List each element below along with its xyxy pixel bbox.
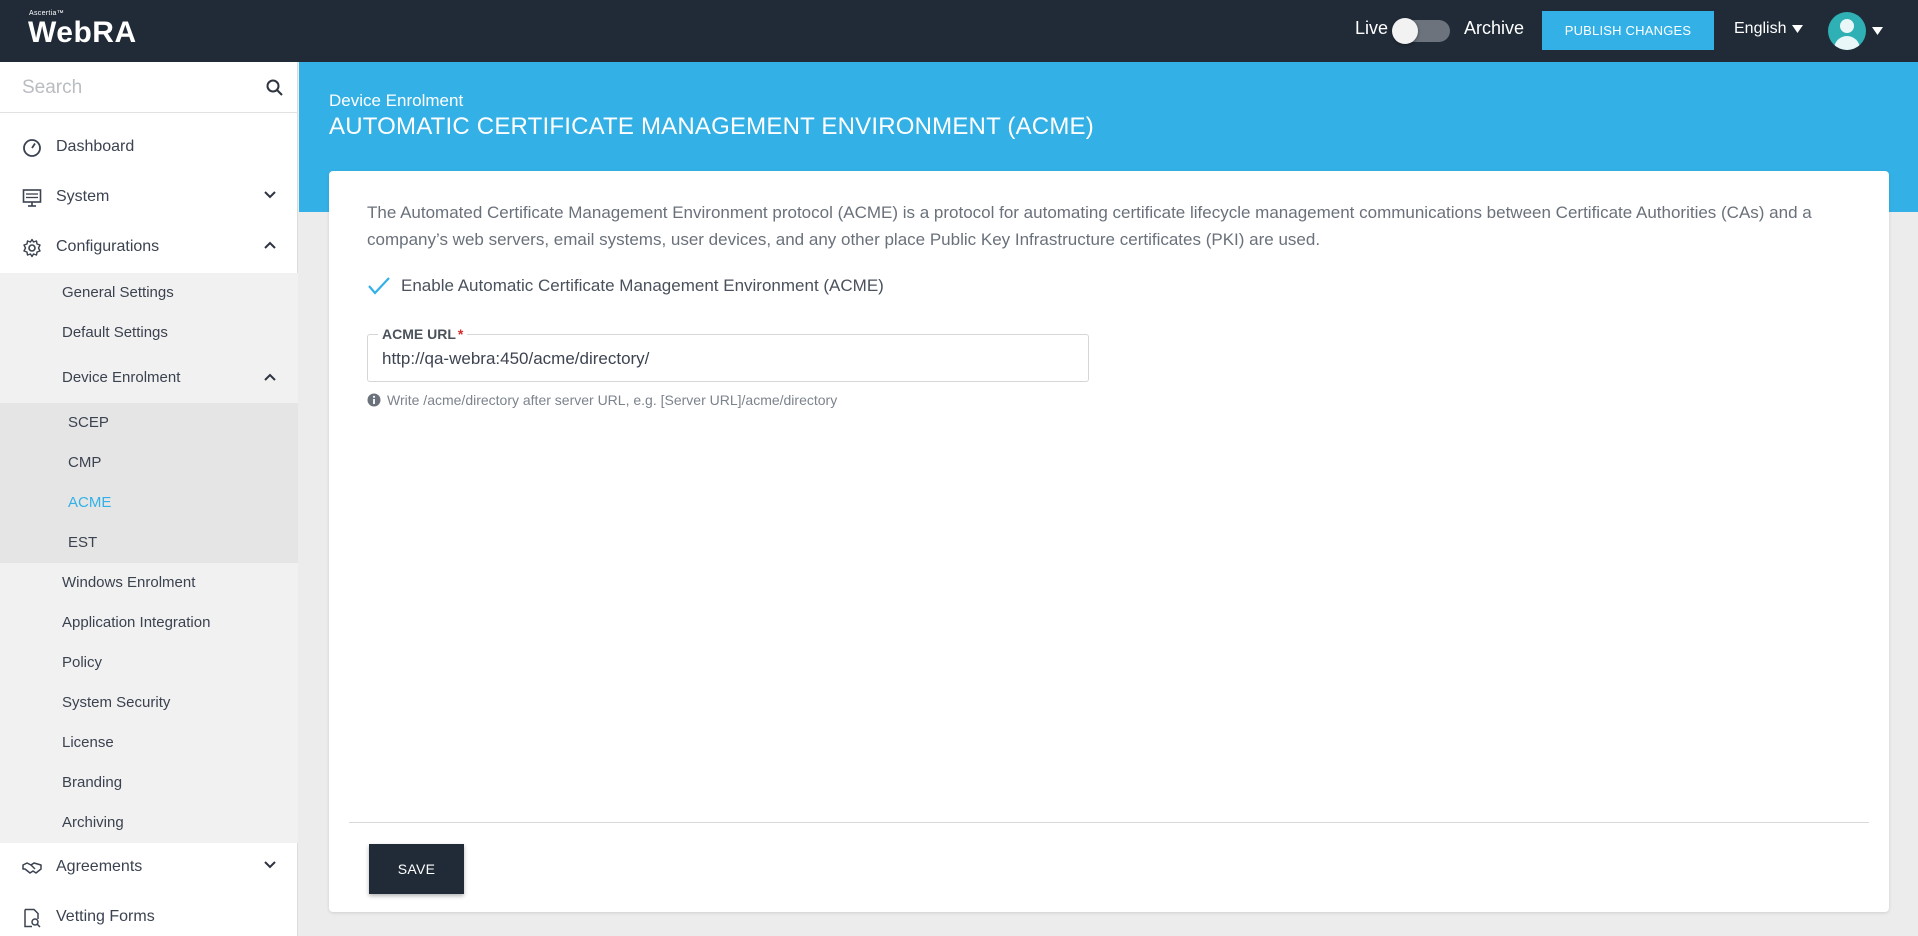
user-avatar[interactable]: [1828, 12, 1866, 50]
sidebar-item-device-enrolment[interactable]: Device Enrolment: [0, 353, 298, 403]
sidebar-item-label: ACME: [68, 494, 112, 511]
sidebar-item-label: General Settings: [62, 284, 174, 301]
sidebar-item-label: Device Enrolment: [62, 369, 181, 386]
acme-url-label: ACME URL *: [378, 326, 468, 342]
sidebar: Dashboard System Configurations General …: [0, 62, 298, 936]
sidebar-item-label: License: [62, 734, 114, 751]
document-search-icon: [24, 908, 41, 928]
sidebar-item-system[interactable]: System: [0, 173, 298, 223]
sidebar-item-acme[interactable]: ACME: [0, 483, 298, 523]
chevron-down-icon: [1792, 25, 1804, 33]
sidebar-item-configurations[interactable]: Configurations: [0, 223, 298, 273]
sidebar-item-label: SCEP: [68, 414, 109, 431]
sidebar-item-label: Dashboard: [56, 138, 135, 155]
breadcrumb[interactable]: Device Enrolment: [329, 91, 463, 111]
chevron-down-icon: [264, 861, 276, 869]
sidebar-item-label: Vetting Forms: [56, 908, 155, 925]
sidebar-item-default-settings[interactable]: Default Settings: [0, 313, 298, 353]
search-icon[interactable]: [266, 79, 283, 96]
sidebar-item-general-settings[interactable]: General Settings: [0, 273, 298, 313]
search-input[interactable]: [22, 74, 252, 102]
chevron-up-icon: [264, 373, 276, 381]
sidebar-item-application-integration[interactable]: Application Integration: [0, 603, 298, 643]
sidebar-item-label: EST: [68, 534, 98, 551]
info-icon: [367, 393, 381, 407]
language-selector[interactable]: English: [1734, 20, 1804, 38]
acme-settings-card: The Automated Certificate Management Env…: [329, 171, 1889, 912]
hint-text: Write /acme/directory after server URL, …: [387, 392, 838, 408]
sidebar-item-label: System: [56, 188, 110, 205]
page-title: AUTOMATIC CERTIFICATE MANAGEMENT ENVIRON…: [329, 113, 1094, 140]
acme-url-hint: Write /acme/directory after server URL, …: [367, 392, 837, 408]
required-marker: *: [457, 326, 464, 342]
toggle-knob: [1392, 18, 1418, 44]
user-menu-chevron-icon[interactable]: [1872, 27, 1883, 35]
sidebar-item-cmp[interactable]: CMP: [0, 443, 298, 483]
chevron-up-icon: [264, 241, 276, 249]
sidebar-item-policy[interactable]: Policy: [0, 643, 298, 683]
language-label: English: [1734, 20, 1787, 37]
save-button[interactable]: SAVE: [369, 844, 464, 894]
dashboard-icon: [23, 139, 41, 157]
publish-changes-button[interactable]: PUBLISH CHANGES: [1542, 11, 1714, 50]
sidebar-item-label: Branding: [62, 774, 123, 791]
sidebar-item-est[interactable]: EST: [0, 523, 298, 563]
chevron-down-icon: [264, 191, 276, 199]
monitor-icon: [22, 189, 42, 207]
live-label: Live: [1355, 18, 1389, 38]
acme-url-field: ACME URL *: [367, 326, 1089, 382]
sidebar-item-system-security[interactable]: System Security: [0, 683, 298, 723]
enable-acme-checkbox[interactable]: Enable Automatic Certificate Management …: [367, 276, 884, 296]
sidebar-item-label: Archiving: [62, 814, 124, 831]
sidebar-item-label: Policy: [62, 654, 103, 671]
sidebar-item-windows-enrolment[interactable]: Windows Enrolment: [0, 563, 298, 603]
acme-url-input[interactable]: [382, 347, 1072, 371]
sidebar-item-label: Agreements: [56, 858, 143, 875]
top-bar: Ascertia™ WebRA Live Archive PUBLISH CHA…: [0, 0, 1918, 62]
sidebar-item-archiving[interactable]: Archiving: [0, 803, 298, 843]
sidebar-item-dashboard[interactable]: Dashboard: [0, 123, 298, 173]
sidebar-item-label: Default Settings: [62, 324, 168, 341]
sidebar-item-branding[interactable]: Branding: [0, 763, 298, 803]
divider: [349, 822, 1869, 823]
logo-text: WebRA: [28, 16, 137, 49]
acme-description: The Automated Certificate Management Env…: [367, 203, 1812, 249]
enable-acme-label: Enable Automatic Certificate Management …: [401, 276, 884, 295]
sidebar-item-label: Configurations: [56, 238, 160, 255]
sidebar-item-label: Windows Enrolment: [62, 574, 196, 591]
sidebar-item-vetting-forms[interactable]: Vetting Forms: [0, 893, 298, 936]
sidebar-item-scep[interactable]: SCEP: [0, 403, 298, 443]
gear-icon: [23, 238, 41, 258]
handshake-icon: [22, 862, 42, 874]
live-archive-toggle[interactable]: [1392, 18, 1450, 44]
sidebar-item-license[interactable]: License: [0, 723, 298, 763]
checkmark-icon: [368, 277, 390, 295]
sidebar-search: [0, 62, 298, 113]
sidebar-item-label: CMP: [68, 454, 102, 471]
sidebar-item-agreements[interactable]: Agreements: [0, 843, 298, 893]
sidebar-item-label: System Security: [62, 694, 171, 711]
archive-label: Archive: [1464, 18, 1525, 38]
sidebar-item-label: Application Integration: [62, 614, 211, 631]
